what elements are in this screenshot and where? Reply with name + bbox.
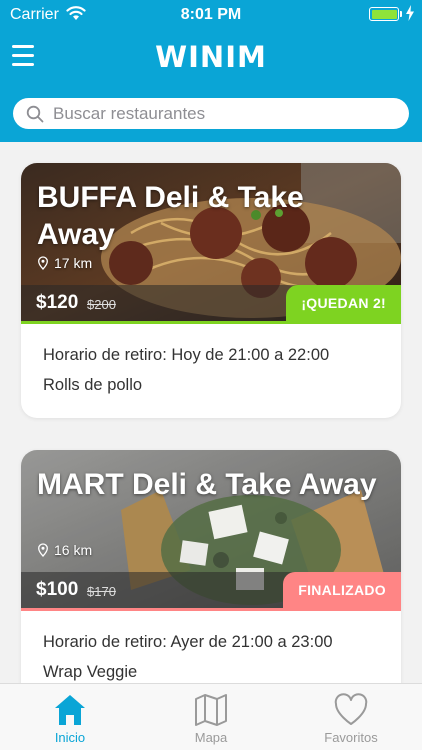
food-photo: BUFFA Deli & Take Away 17 km $120 $200 ¡… bbox=[21, 163, 401, 323]
old-price: $200 bbox=[87, 297, 116, 312]
restaurant-name: BUFFA Deli & Take Away bbox=[37, 181, 304, 251]
restaurant-card[interactable]: BUFFA Deli & Take Away 17 km $120 $200 ¡… bbox=[21, 163, 401, 418]
battery-icon bbox=[369, 7, 399, 21]
distance: 17 km bbox=[37, 255, 92, 271]
item-name: Wrap Veggie bbox=[43, 663, 138, 681]
old-price: $170 bbox=[87, 584, 116, 599]
battery-cap bbox=[400, 11, 402, 17]
tab-favoritos[interactable]: Favoritos bbox=[301, 684, 401, 750]
availability-badge: ¡QUEDAN 2! bbox=[286, 285, 401, 322]
availability-badge: FINALIZADO bbox=[283, 572, 401, 609]
item-name: Rolls de pollo bbox=[43, 376, 143, 394]
search-bar[interactable] bbox=[13, 98, 409, 129]
tab-inicio[interactable]: Inicio bbox=[20, 684, 120, 750]
price: $100 bbox=[36, 579, 79, 600]
distance-label: 16 km bbox=[54, 542, 93, 558]
tab-label: Mapa bbox=[194, 730, 228, 745]
restaurant-card[interactable]: MART Deli & Take Away 16 km $100 $170 FI… bbox=[21, 450, 401, 705]
map-icon bbox=[195, 694, 227, 726]
location-pin-icon bbox=[38, 256, 48, 270]
charging-icon bbox=[406, 5, 414, 21]
pickup-time: Horario de retiro: Ayer de 21:00 a 23:00 bbox=[43, 633, 333, 651]
distance-label: 17 km bbox=[54, 255, 93, 271]
status-accent-line bbox=[21, 321, 401, 324]
search-input[interactable] bbox=[53, 98, 393, 129]
heart-icon bbox=[334, 693, 368, 725]
clock: 8:01 PM bbox=[180, 6, 242, 23]
header: Carrier 8:01 PM WINIM bbox=[0, 0, 422, 142]
home-icon bbox=[55, 695, 85, 725]
app-logo: WINIM bbox=[155, 40, 267, 74]
status-accent-line bbox=[21, 608, 401, 611]
status-bar: Carrier 8:01 PM bbox=[0, 0, 422, 30]
pickup-time: Horario de retiro: Hoy de 21:00 a 22:00 bbox=[43, 346, 330, 364]
tab-bar: Inicio Mapa Favoritos bbox=[0, 683, 422, 750]
price: $120 bbox=[36, 292, 79, 313]
restaurant-name: MART Deli & Take Away bbox=[37, 468, 377, 501]
location-pin-icon bbox=[38, 543, 48, 557]
tab-label: Favoritos bbox=[324, 730, 378, 745]
food-photo: MART Deli & Take Away 16 km $100 $170 FI… bbox=[21, 450, 401, 610]
distance: 16 km bbox=[37, 542, 92, 558]
search-icon bbox=[26, 105, 44, 123]
tab-label: Inicio bbox=[54, 730, 86, 745]
tab-mapa[interactable]: Mapa bbox=[161, 684, 261, 750]
